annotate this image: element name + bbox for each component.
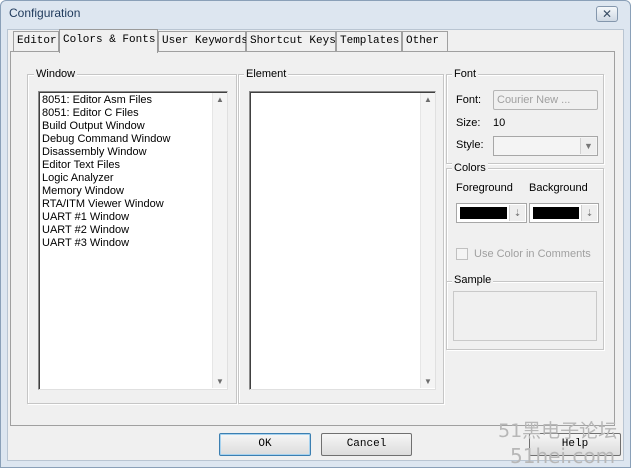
list-item[interactable]: Debug Command Window (42, 133, 170, 146)
window-group-label: Window (34, 68, 78, 80)
colors-group-label: Colors (452, 162, 488, 174)
scroll-up-icon[interactable]: ▲ (213, 95, 227, 104)
element-list-scrollbar[interactable]: ▲ ▼ (420, 93, 435, 388)
arrow-down-icon[interactable]: ⇣ (509, 205, 525, 221)
size-value: 10 (493, 117, 506, 129)
list-item[interactable]: 8051: Editor Asm Files (42, 94, 152, 107)
list-item[interactable]: UART #2 Window (42, 224, 129, 237)
style-label: Style: (456, 139, 484, 151)
close-button[interactable]: ✕ (596, 6, 618, 22)
sample-group-label: Sample (452, 274, 494, 286)
tab-user-keywords[interactable]: User Keywords (158, 31, 248, 51)
style-combobox[interactable]: ▼ (493, 136, 598, 156)
list-item[interactable]: Editor Text Files (42, 159, 120, 172)
foreground-color-picker[interactable]: ⇣ (456, 203, 527, 223)
size-label: Size: (456, 117, 481, 129)
scroll-up-icon[interactable]: ▲ (421, 95, 435, 104)
tab-shortcut-keys[interactable]: Shortcut Keys (246, 31, 336, 51)
tab-colors-fonts[interactable]: Colors & Fonts (59, 29, 158, 53)
element-group-label: Element (244, 68, 289, 80)
scroll-down-icon[interactable]: ▼ (213, 377, 227, 386)
close-icon: ✕ (601, 7, 613, 21)
tab-other[interactable]: Other (402, 31, 448, 51)
title-bar[interactable]: Configuration ✕ (0, 0, 631, 28)
background-color-picker[interactable]: ⇣ (529, 203, 599, 223)
arrow-down-icon[interactable]: ⇣ (581, 205, 597, 221)
window-listbox[interactable]: 8051: Editor Asm Files 8051: Editor C Fi… (38, 91, 228, 390)
chevron-down-icon[interactable]: ▼ (580, 138, 596, 154)
list-item[interactable]: Logic Analyzer (42, 172, 114, 185)
list-item[interactable]: Memory Window (42, 185, 124, 198)
window-list-scrollbar[interactable]: ▲ ▼ (212, 93, 227, 388)
foreground-label: Foreground (456, 182, 513, 194)
tab-editor[interactable]: Editor (13, 31, 59, 51)
list-item[interactable]: Disassembly Window (42, 146, 147, 159)
foreground-color-swatch (460, 207, 507, 219)
watermark-line1: 51黑电子论坛 (498, 420, 618, 442)
use-color-checkbox[interactable] (456, 248, 468, 260)
list-item[interactable]: 8051: Editor C Files (42, 107, 139, 120)
element-listbox[interactable]: ▲ ▼ (249, 91, 436, 390)
background-color-swatch (533, 207, 579, 219)
ok-button[interactable]: OK (219, 433, 311, 456)
tab-templates[interactable]: Templates (336, 31, 402, 51)
font-select-button[interactable]: Courier New ... (493, 90, 598, 110)
font-label: Font: (456, 94, 482, 106)
window-title: Configuration (9, 6, 81, 20)
background-label: Background (529, 182, 588, 194)
use-color-label: Use Color in Comments (474, 248, 591, 260)
cancel-button[interactable]: Cancel (321, 433, 412, 456)
watermark-line2: 51hei.com (510, 444, 616, 468)
font-group-label: Font (452, 68, 479, 80)
list-item[interactable]: RTA/ITM Viewer Window (42, 198, 164, 211)
list-item[interactable]: UART #1 Window (42, 211, 129, 224)
sample-preview (453, 291, 597, 341)
list-item[interactable]: Build Output Window (42, 120, 145, 133)
list-item[interactable]: UART #3 Window (42, 237, 129, 250)
scroll-down-icon[interactable]: ▼ (421, 377, 435, 386)
